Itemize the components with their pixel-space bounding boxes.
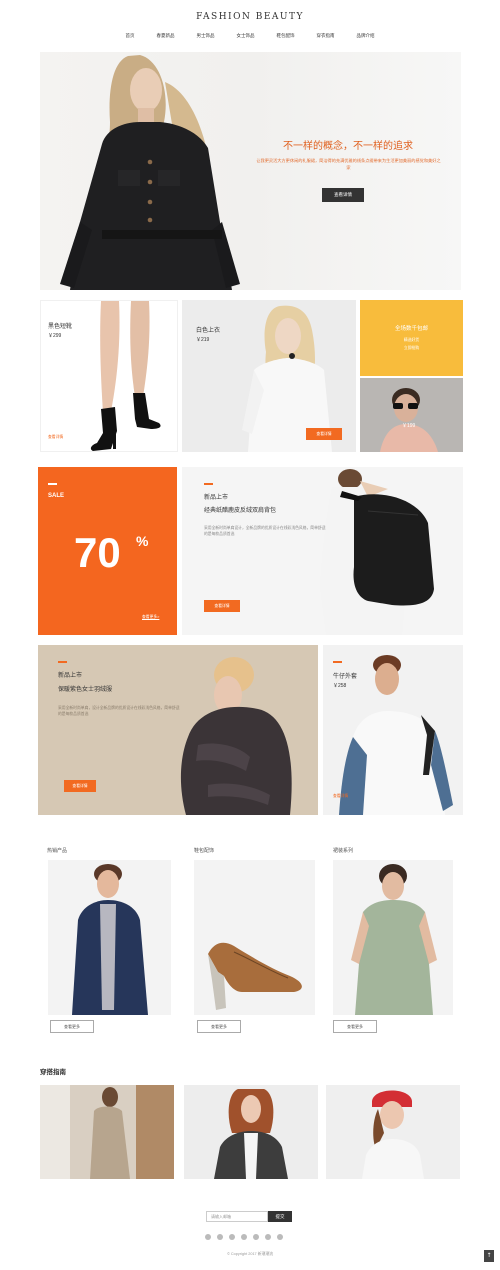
boots-detail-button[interactable]: 查看详情 <box>48 433 72 442</box>
product-card-sunglasses[interactable]: ￥199 <box>360 378 463 452</box>
guide-card-1[interactable] <box>40 1085 174 1179</box>
douban-icon[interactable] <box>241 1234 247 1240</box>
hero-banner <box>40 52 461 290</box>
nav-item-new-arrivals[interactable]: 春夏新品 <box>146 33 186 39</box>
backpack-tag: 新品上市 <box>204 494 229 501</box>
backpack-desc: 采用全新时尚单肩设计，全新品牌的优质设计在线彩浅色风格，简单舒适的是每款品质首选 <box>204 526 326 536</box>
email-input[interactable]: 请输入邮箱 <box>206 1211 268 1222</box>
qq-icon[interactable] <box>229 1234 235 1240</box>
accessories-more-button[interactable]: 查看更多 <box>197 1020 241 1033</box>
renren-icon[interactable] <box>253 1234 259 1240</box>
hot-product-image <box>72 864 148 1015</box>
hero-title: 不一样的概念，不一样的追求 <box>283 141 413 152</box>
denim-title: 牛仔外套 <box>333 673 358 680</box>
guide-image-2 <box>214 1089 288 1179</box>
product-card-backpack[interactable]: 新品上市 经典纸醋鹿皮反绒双肩背包 采用全新时尚单肩设计，全新品牌的优质设计在线… <box>182 467 463 635</box>
hero-model-image <box>60 55 240 290</box>
site-logo[interactable]: FASHION BEAUTY <box>0 12 500 22</box>
category-title-hot: 热销产品 <box>47 848 68 854</box>
sale-banner[interactable]: SALE 70 % 查看更多> <box>38 467 177 635</box>
puffer-title: 保暖紫色女士羽绒服 <box>58 686 113 693</box>
guide-image-3 <box>362 1090 424 1179</box>
guide-card-3[interactable] <box>326 1085 460 1179</box>
boots-price: ￥299 <box>48 333 62 339</box>
back-to-top-icon[interactable]: ↑ <box>484 1250 494 1262</box>
denim-price: ￥258 <box>333 683 347 689</box>
promo-title: 全场数千包邮 <box>394 326 428 332</box>
guide-card-2[interactable] <box>184 1085 318 1179</box>
category-card-hot[interactable] <box>48 860 171 1015</box>
main-nav: 首页 春夏新品 男士饰品 女士饰品 鞋包配饰 穿衣指南 品牌介绍 <box>0 33 500 39</box>
twitter-icon[interactable] <box>277 1234 283 1240</box>
dress-image <box>351 864 437 1015</box>
sunglasses-image <box>380 388 438 452</box>
promo-line-2: 立即抢购 <box>403 346 420 350</box>
puffer-desc: 采用全新时尚单肩，设计全新品牌的优质设计在线彩浅色风格，简单舒适的是每款品质首选 <box>58 706 180 716</box>
dresses-more-button[interactable]: 查看更多 <box>333 1020 377 1033</box>
white-top-detail-button[interactable]: 查看详情 <box>306 428 342 440</box>
weibo-icon[interactable] <box>217 1234 223 1240</box>
wechat-icon[interactable] <box>205 1234 211 1240</box>
sale-dash <box>48 483 57 485</box>
style-guide-title: 穿搭指南 <box>40 1068 66 1076</box>
nav-item-accessories[interactable]: 鞋包配饰 <box>266 33 306 39</box>
nav-item-womens[interactable]: 女士饰品 <box>226 33 266 39</box>
product-card-puffer[interactable]: 新品上市 保暖紫色女士羽绒服 采用全新时尚单肩，设计全新品牌的优质设计在线彩浅色… <box>38 645 318 815</box>
hero-detail-button[interactable]: 查看详情 <box>322 188 364 202</box>
category-title-dresses: 裙装系列 <box>333 848 354 854</box>
promo-card[interactable]: 全场数千包邮 精选好货 立即抢购 <box>360 300 463 376</box>
copyright: © Copyright 2017 新潮潮流 <box>227 1252 273 1256</box>
hot-more-button[interactable]: 查看更多 <box>50 1020 94 1033</box>
nav-item-brand[interactable]: 品牌介绍 <box>346 33 386 39</box>
facebook-icon[interactable] <box>265 1234 271 1240</box>
nav-item-mens[interactable]: 男士饰品 <box>186 33 226 39</box>
nav-item-style-guide[interactable]: 穿衣指南 <box>306 33 346 39</box>
sale-percent-sign: % <box>136 533 149 549</box>
sale-more-link[interactable]: 查看更多> <box>142 615 159 620</box>
product-card-white-top[interactable]: 白色上衣 ￥219 查看详情 <box>182 300 356 452</box>
promo-line-1: 精选好货 <box>403 338 420 342</box>
email-submit-button[interactable]: 提交 <box>268 1211 292 1222</box>
backpack-detail-button[interactable]: 查看详情 <box>204 600 240 612</box>
hero-subtitle: 让我更灵活大方更休闲的礼服裙，简洁得的充满优雅的线条点缀带来为生活更加美丽的感觉… <box>256 158 441 170</box>
product-card-boots[interactable]: 黑色短靴 ￥299 查看详情 <box>40 300 178 452</box>
denim-detail-button[interactable]: 查看详情 <box>333 792 357 801</box>
category-title-accessories: 鞋包配饰 <box>194 848 215 854</box>
guide-image-1 <box>40 1085 174 1179</box>
white-top-price: ￥219 <box>196 337 210 343</box>
backpack-dash <box>204 483 213 485</box>
puffer-detail-button[interactable]: 查看详情 <box>64 780 96 792</box>
puffer-dash <box>58 661 67 663</box>
category-card-dresses[interactable] <box>333 860 453 1015</box>
sunglasses-price: ￥199 <box>402 423 416 429</box>
denim-dash <box>333 661 342 663</box>
white-top-title: 白色上衣 <box>196 327 221 334</box>
heels-image <box>208 942 302 1010</box>
category-card-accessories[interactable] <box>194 860 315 1015</box>
boots-title: 黑色短靴 <box>48 323 73 330</box>
sale-percent: 70 <box>74 529 121 576</box>
backpack-title: 经典纸醋鹿皮反绒双肩背包 <box>204 507 277 514</box>
sale-label: SALE <box>48 493 65 499</box>
nav-item-home[interactable]: 首页 <box>115 33 146 39</box>
puffer-tag: 新品上市 <box>58 672 83 679</box>
product-card-denim[interactable]: 牛仔外套 ￥258 查看详情 <box>323 645 463 815</box>
social-icons <box>205 1234 295 1240</box>
